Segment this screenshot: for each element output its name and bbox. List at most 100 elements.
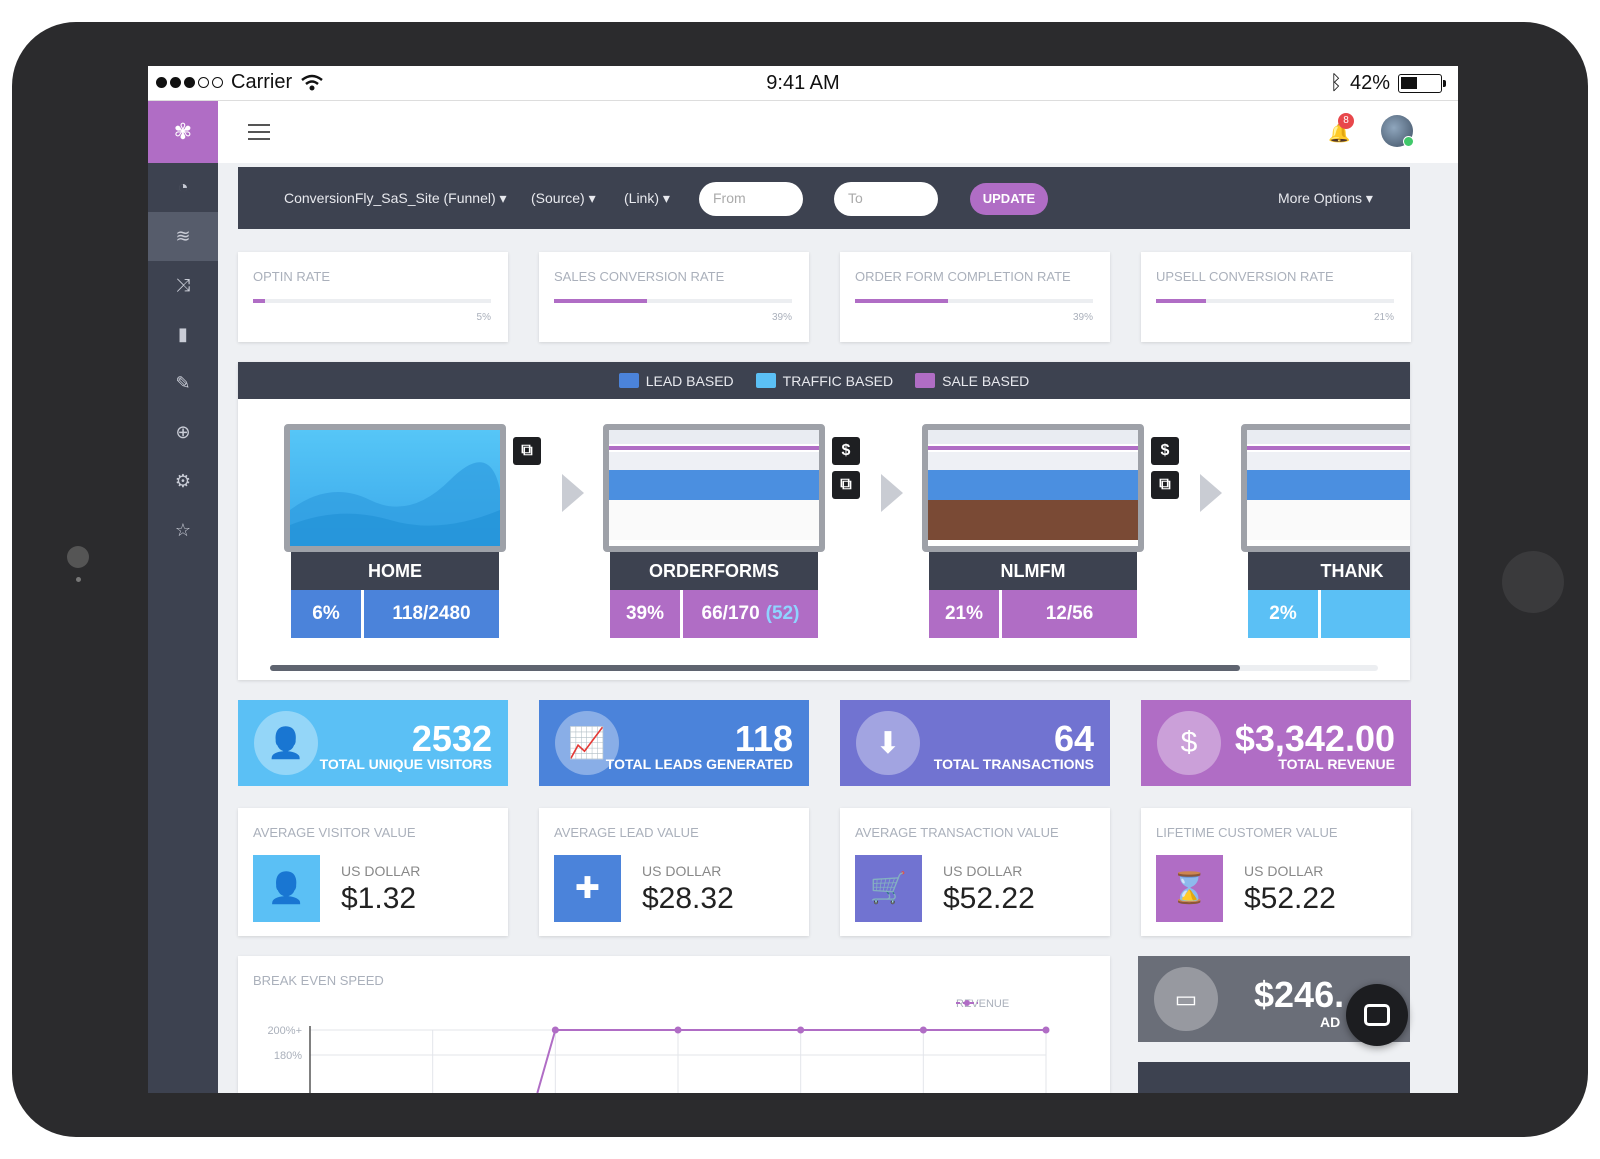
rate-progress-fill — [855, 299, 948, 303]
user-icon: 👤 — [254, 711, 318, 775]
legend-swatch — [618, 373, 639, 388]
page-thumbnail[interactable] — [284, 424, 506, 552]
bluetooth-icon: ᛒ — [1329, 72, 1342, 94]
stage-count — [1321, 590, 1410, 638]
dashboard-icon: ◔ — [177, 177, 189, 197]
copy-icon[interactable]: ⧉ — [832, 471, 860, 499]
battery-icon — [1398, 74, 1446, 93]
sidebar-item-gear[interactable]: ⚙ — [148, 457, 218, 506]
break-even-chart: 200%+ 180% — [267, 1025, 1050, 1093]
stage-count: 118/2480 — [364, 590, 499, 638]
clock: 9:41 AM — [766, 72, 840, 94]
funnel-stage-thank[interactable]: THANK 2% — [1241, 424, 1410, 638]
funnel-scrollbar[interactable] — [270, 665, 1378, 671]
value-card: AVERAGE LEAD VALUE ✚ US DOLLAR $28.32 — [539, 808, 809, 936]
ad-spend-value: $246. — [1254, 974, 1345, 1015]
status-bar: Carrier 9:41 AM ᛒ 42% — [148, 66, 1458, 101]
value-title: AVERAGE VISITOR VALUE — [253, 825, 416, 840]
stat-label: TOTAL REVENUE — [1278, 756, 1395, 772]
legend-item: TRAFFIC BASED — [755, 372, 894, 389]
stage-count-extra: (52) — [765, 603, 800, 624]
hamburger-menu-icon[interactable] — [248, 124, 270, 140]
to-date-input[interactable]: To — [834, 182, 938, 216]
more-options-dropdown[interactable]: More Options ▾ — [1278, 190, 1373, 207]
stat-card: ⬇ 64 TOTAL TRANSACTIONS — [840, 700, 1110, 786]
edit-icon: ✎ — [175, 373, 191, 393]
stage-count-value: 66/170 — [701, 603, 760, 624]
funnel-stage-orderforms[interactable]: ORDERFORMS 39% 66/170 (52) — [603, 424, 825, 638]
stat-number: $3,342.00 — [1234, 718, 1395, 759]
source-dropdown[interactable]: (Source) ▾ — [531, 190, 596, 207]
copy-icon[interactable]: ⧉ — [513, 437, 541, 465]
stat-number: 2532 — [411, 718, 492, 759]
funnel-dropdown[interactable]: ConversionFly_SaS_Site (Funnel) ▾ — [284, 190, 507, 207]
dollar-icon[interactable]: $ — [832, 437, 860, 465]
stage-stats: 2% — [1248, 590, 1410, 638]
stage-percent: 6% — [291, 590, 361, 638]
funnel-stage-nlmfm[interactable]: NLMFM 21% 12/56 — [922, 424, 1144, 638]
copy-icon[interactable]: ⧉ — [1151, 471, 1179, 499]
dollar-icon[interactable]: $ — [1151, 437, 1179, 465]
sidebar-item-dashboard[interactable]: ◔ — [148, 163, 218, 212]
legend-swatch — [755, 373, 776, 388]
conversionfly-logo-icon[interactable]: ✾ — [148, 101, 218, 163]
from-date-input[interactable]: From — [699, 182, 803, 216]
update-button[interactable]: UPDATE — [970, 183, 1048, 215]
link-dropdown[interactable]: (Link) ▾ — [624, 190, 670, 207]
stage-stats: 21% 12/56 — [929, 590, 1137, 638]
rate-progress-fill — [554, 299, 647, 303]
rate-value: 21% — [1373, 312, 1394, 323]
stat-card: 📈 118 TOTAL LEADS GENERATED — [539, 700, 809, 786]
scrollbar-thumb[interactable] — [270, 665, 1240, 671]
value-amount: $52.22 — [943, 882, 1035, 915]
stage-actions: $ ⧉ — [832, 437, 860, 499]
stage-count: 66/170 (52) — [683, 590, 818, 638]
rate-card: UPSELL CONVERSION RATE 21% — [1141, 252, 1411, 342]
stage-percent: 21% — [929, 590, 999, 638]
stage-percent: 39% — [610, 590, 680, 638]
sidebar-item-edit[interactable]: ✎ — [148, 359, 218, 408]
revenue-point[interactable] — [797, 1026, 805, 1034]
sidebar: ✾ ◔ ≋ ⤨ ▮ ✎ ⊕ ⚙ ☆ — [148, 101, 218, 1093]
value-card: AVERAGE VISITOR VALUE 👤 US DOLLAR $1.32 — [238, 808, 508, 936]
page-thumbnail[interactable] — [1241, 424, 1410, 552]
sensor — [76, 577, 81, 582]
user-icon: 👤 — [253, 855, 320, 922]
value-unit: US DOLLAR — [341, 863, 421, 879]
stage-actions: $ ⧉ — [1151, 437, 1179, 499]
flow-arrow-icon — [881, 474, 903, 512]
legend-label: SALE BASED — [942, 372, 1030, 389]
sidebar-item-crosshair[interactable]: ⊕ — [148, 408, 218, 457]
page-thumbnail[interactable] — [603, 424, 825, 552]
rate-progress-track — [554, 299, 792, 303]
revenue-point[interactable] — [919, 1026, 927, 1034]
value-unit: US DOLLAR — [642, 863, 722, 879]
page-thumbnail[interactable] — [922, 424, 1144, 552]
home-button[interactable] — [1502, 551, 1564, 613]
rate-title: ORDER FORM COMPLETION RATE — [855, 269, 1071, 284]
stat-card: 👤 2532 TOTAL UNIQUE VISITORS — [238, 700, 508, 786]
rate-value: 39% — [771, 312, 792, 323]
sidebar-item-shuffle[interactable]: ⤨ — [148, 261, 218, 310]
chat-button[interactable] — [1346, 984, 1408, 1046]
rate-value: 5% — [476, 312, 491, 323]
revenue-point[interactable] — [551, 1026, 559, 1034]
value-amount: $28.32 — [642, 882, 734, 915]
legend-label: TRAFFIC BASED — [782, 372, 894, 389]
revenue-line — [536, 1029, 1046, 1093]
wallet-icon: ▭ — [1154, 967, 1218, 1031]
sidebar-item-bar-chart[interactable]: ▮ — [148, 310, 218, 359]
value-title: AVERAGE LEAD VALUE — [554, 825, 699, 840]
stage-count-value: 118/2480 — [392, 603, 471, 624]
funnel-stage-home[interactable]: HOME 6% 118/2480 — [284, 424, 506, 638]
revenue-point[interactable] — [674, 1026, 682, 1034]
avatar[interactable] — [1381, 115, 1414, 147]
value-unit: US DOLLAR — [1244, 863, 1324, 879]
sidebar-item-layers[interactable]: ≋ — [148, 212, 218, 261]
rate-title: OPTIN RATE — [253, 269, 331, 284]
revenue-point[interactable] — [1042, 1026, 1050, 1034]
sidebar-item-star[interactable]: ☆ — [148, 506, 218, 555]
ad-spend-label: AD — [1320, 1014, 1341, 1030]
flow-arrow-icon — [562, 474, 584, 512]
value-amount: $52.22 — [1244, 882, 1336, 915]
